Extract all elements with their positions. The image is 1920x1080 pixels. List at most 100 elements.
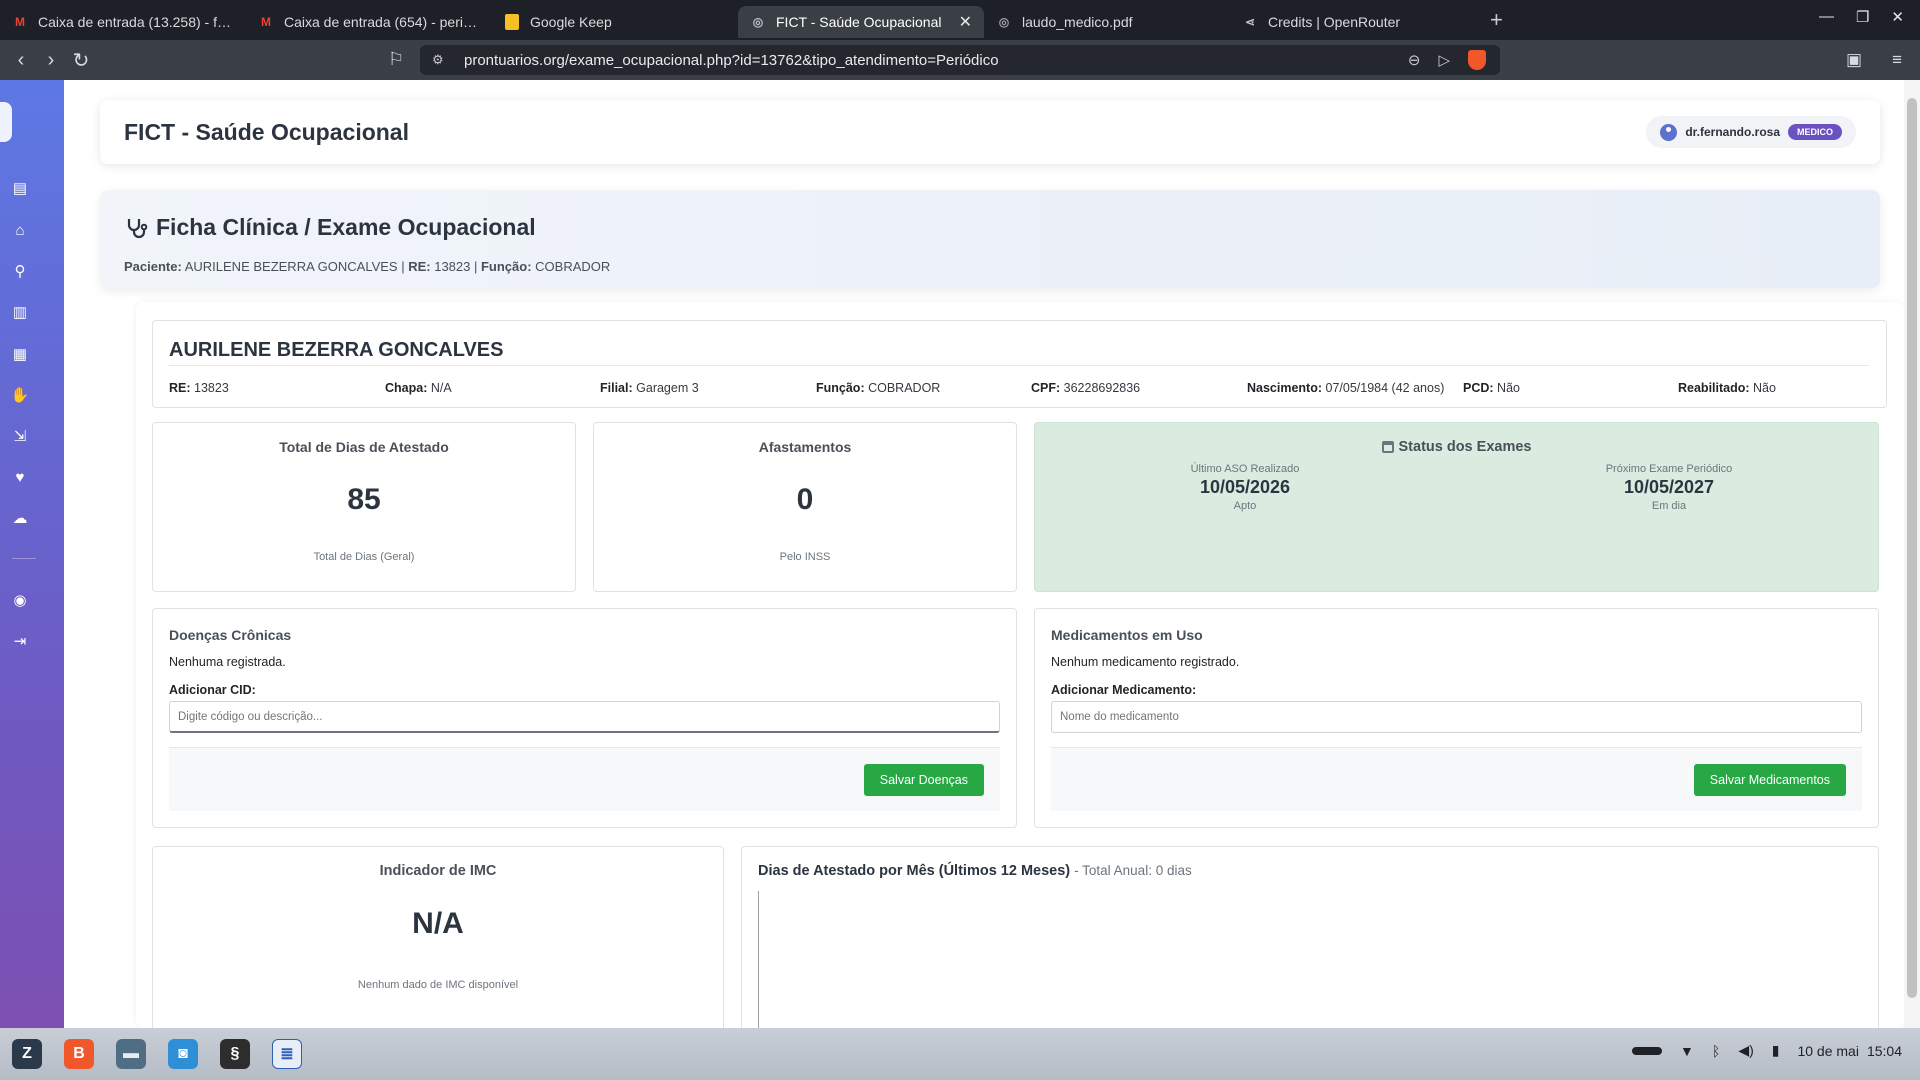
funcao-label: Função: [480,259,532,274]
maximize-icon[interactable]: ❐ [1856,8,1869,26]
cloud-upload-icon[interactable]: ☁ [12,510,28,527]
bluetooth-icon[interactable]: ᛒ [1712,1043,1720,1059]
tab-gmail-1[interactable]: M Caixa de entrada (13.258) - fern [0,6,246,38]
wifi-icon[interactable]: ▼ [1680,1043,1694,1059]
tab-laudo-pdf[interactable]: ◎ laudo_medico.pdf [984,6,1230,38]
tab-label: Caixa de entrada (654) - pericia [284,14,480,30]
doencas-empty: Nenhuma registrada. [169,655,286,669]
medicamento-input[interactable] [1051,701,1862,733]
app-header: FICT - Saúde Ocupacional dr.fernando.ros… [100,100,1880,164]
ultimo-aso-result: Apto [1233,500,1257,512]
sidebar: ▤ ⌂ ⚲ ▥ ▦ ✋ ⇲ ♥ ☁ ◉ ⇥ [0,80,64,1028]
user-circle-icon[interactable]: ◉ [12,592,28,609]
browser-tab-bar: M Caixa de entrada (13.258) - fern M Cai… [0,0,1920,40]
zoom-icon[interactable]: ⊖ [1408,51,1421,69]
sidebar-active-indicator [0,102,12,142]
ultimo-aso-date: 10/05/2026 [1199,477,1291,497]
exam-form-area: AURILENE BEZERRA GONCALVES RE: 13823 Cha… [136,302,1904,1028]
page-scrollbar[interactable] [1904,80,1920,1028]
user-menu[interactable]: dr.fernando.rosa MEDICO [1646,116,1856,148]
atestado-title: Total de Dias de Atestado [279,439,449,455]
wallet-icon[interactable]: ▣ [1846,50,1862,70]
minimize-icon[interactable]: — [1819,8,1834,26]
info-reabilitado: Reabilitado: Não [1678,381,1776,395]
search-icon[interactable]: ⚲ [12,263,28,280]
info-re: RE: 13823 [169,381,229,395]
salvar-doencas-button[interactable]: Salvar Doenças [863,764,984,796]
gmail-icon: M [15,15,25,29]
exam-banner: Ficha Clínica / Exame Ocupacional Pacien… [100,190,1880,288]
clock-time[interactable]: 15:04 [1867,1043,1902,1059]
tab-fict-active[interactable]: ◎ FICT - Saúde Ocupacional ✕ [738,6,984,38]
zorin-menu-icon[interactable]: Z [12,1039,42,1069]
medicamentos-card: Medicamentos em Uso Nenhum medicamento r… [1034,608,1879,828]
clock-date[interactable]: 10 de mai [1797,1043,1858,1059]
proximo-exame-status: Em dia [1651,500,1687,512]
software-store-icon[interactable]: ◙ [168,1039,198,1069]
salvar-medicamentos-button[interactable]: Salvar Medicamentos [1693,764,1846,796]
hand-icon[interactable]: ✋ [11,387,30,404]
cid-label: Adicionar CID: [169,683,256,697]
proximo-exame: Próximo Exame Periódico 10/05/2027 Em di… [1459,463,1879,512]
close-tab-icon[interactable]: ✕ [959,12,972,32]
medicamentos-title: Medicamentos em Uso [1051,627,1203,643]
toolbar-right: ▣ ≡ [1846,50,1902,70]
bookmark-icon[interactable]: ⚐ [388,49,404,70]
globe-icon: ◎ [998,15,1010,29]
status-title: Status dos Exames [1035,439,1878,455]
exam-title: Ficha Clínica / Exame Ocupacional [124,214,536,241]
exam-subtitle: Paciente: AURILENE BEZERRA GONCALVES | R… [124,259,611,274]
back-icon[interactable]: ‹ [6,49,36,72]
close-window-icon[interactable]: ✕ [1891,8,1904,26]
medicamentos-empty: Nenhum medicamento registrado. [1051,655,1240,669]
menu-icon[interactable]: ≡ [1892,50,1902,70]
cid-input[interactable] [169,701,1000,733]
url-text[interactable]: prontuarios.org/exame_ocupacional.php?id… [464,52,1408,69]
atestado-chart-card: Dias de Atestado por Mês (Últimos 12 Mes… [741,846,1879,1028]
imc-foot: Nenhum dado de IMC disponível [357,979,519,991]
afastamentos-title: Afastamentos [758,439,852,455]
patient-info-card: AURILENE BEZERRA GONCALVES RE: 13823 Cha… [152,320,1887,408]
browser-toolbar: ‹ › ↻ ⚐ ⚙ prontuarios.org/exame_ocupacio… [0,40,1920,80]
atestado-value: 85 [347,483,381,516]
proximo-exame-label: Próximo Exame Periódico [1605,463,1733,475]
re-value: 13823 [434,259,471,274]
imc-title: Indicador de IMC [379,863,497,879]
imc-value: N/A [412,907,464,940]
heartbeat-icon[interactable]: ♥ [12,469,28,486]
afastamentos-card: Afastamentos 0 Pelo INSS [593,422,1017,592]
patient-name: AURILENE BEZERRA GONCALVES [169,339,504,361]
sign-out-icon[interactable]: ⇥ [12,633,28,650]
hospital-icon[interactable]: ▦ [12,346,28,363]
brave-shield-icon[interactable] [1468,50,1486,70]
app-icon[interactable]: § [220,1039,250,1069]
page-title: FICT - Saúde Ocupacional [124,119,409,145]
battery-icon[interactable]: ▮ [1772,1042,1780,1059]
home-icon[interactable]: ⌂ [12,222,28,239]
forward-icon[interactable]: › [36,49,66,72]
info-funcao: Função: COBRADOR [816,381,941,395]
tab-openrouter[interactable]: ⋖ Credits | OpenRouter [1230,6,1476,38]
site-settings-icon[interactable]: ⚙ [432,52,450,68]
ultimo-aso: Último ASO Realizado 10/05/2026 Apto [1035,463,1455,512]
scrollbar-thumb[interactable] [1907,98,1917,998]
address-bar[interactable]: ⚙ prontuarios.org/exame_ocupacional.php?… [420,45,1500,75]
file-medical-icon[interactable]: ▥ [12,304,28,321]
tab-google-keep[interactable]: Google Keep [492,6,738,38]
battery-bar-icon[interactable] [1632,1046,1663,1055]
new-tab-icon[interactable]: + [1490,7,1503,33]
reload-icon[interactable]: ↻ [66,48,96,73]
files-icon[interactable]: ▬ [116,1039,146,1069]
tab-gmail-2[interactable]: M Caixa de entrada (654) - pericia [246,6,492,38]
chart-title: Dias de Atestado por Mês (Últimos 12 Mes… [758,863,1192,879]
document-icon[interactable]: ≣ [272,1039,302,1069]
address-bar-actions: ⊖ ▷ [1408,50,1486,70]
info-cpf: CPF: 36228692836 [1031,381,1141,395]
clipboard-icon[interactable]: ▤ [12,180,28,197]
atestado-foot: Total de Dias (Geral) [313,551,415,563]
keep-icon [504,14,520,30]
volume-icon[interactable]: ◀) [1738,1042,1753,1059]
share-icon[interactable]: ▷ [1438,51,1450,69]
brave-browser-icon[interactable]: B [64,1039,94,1069]
file-export-icon[interactable]: ⇲ [12,428,28,445]
